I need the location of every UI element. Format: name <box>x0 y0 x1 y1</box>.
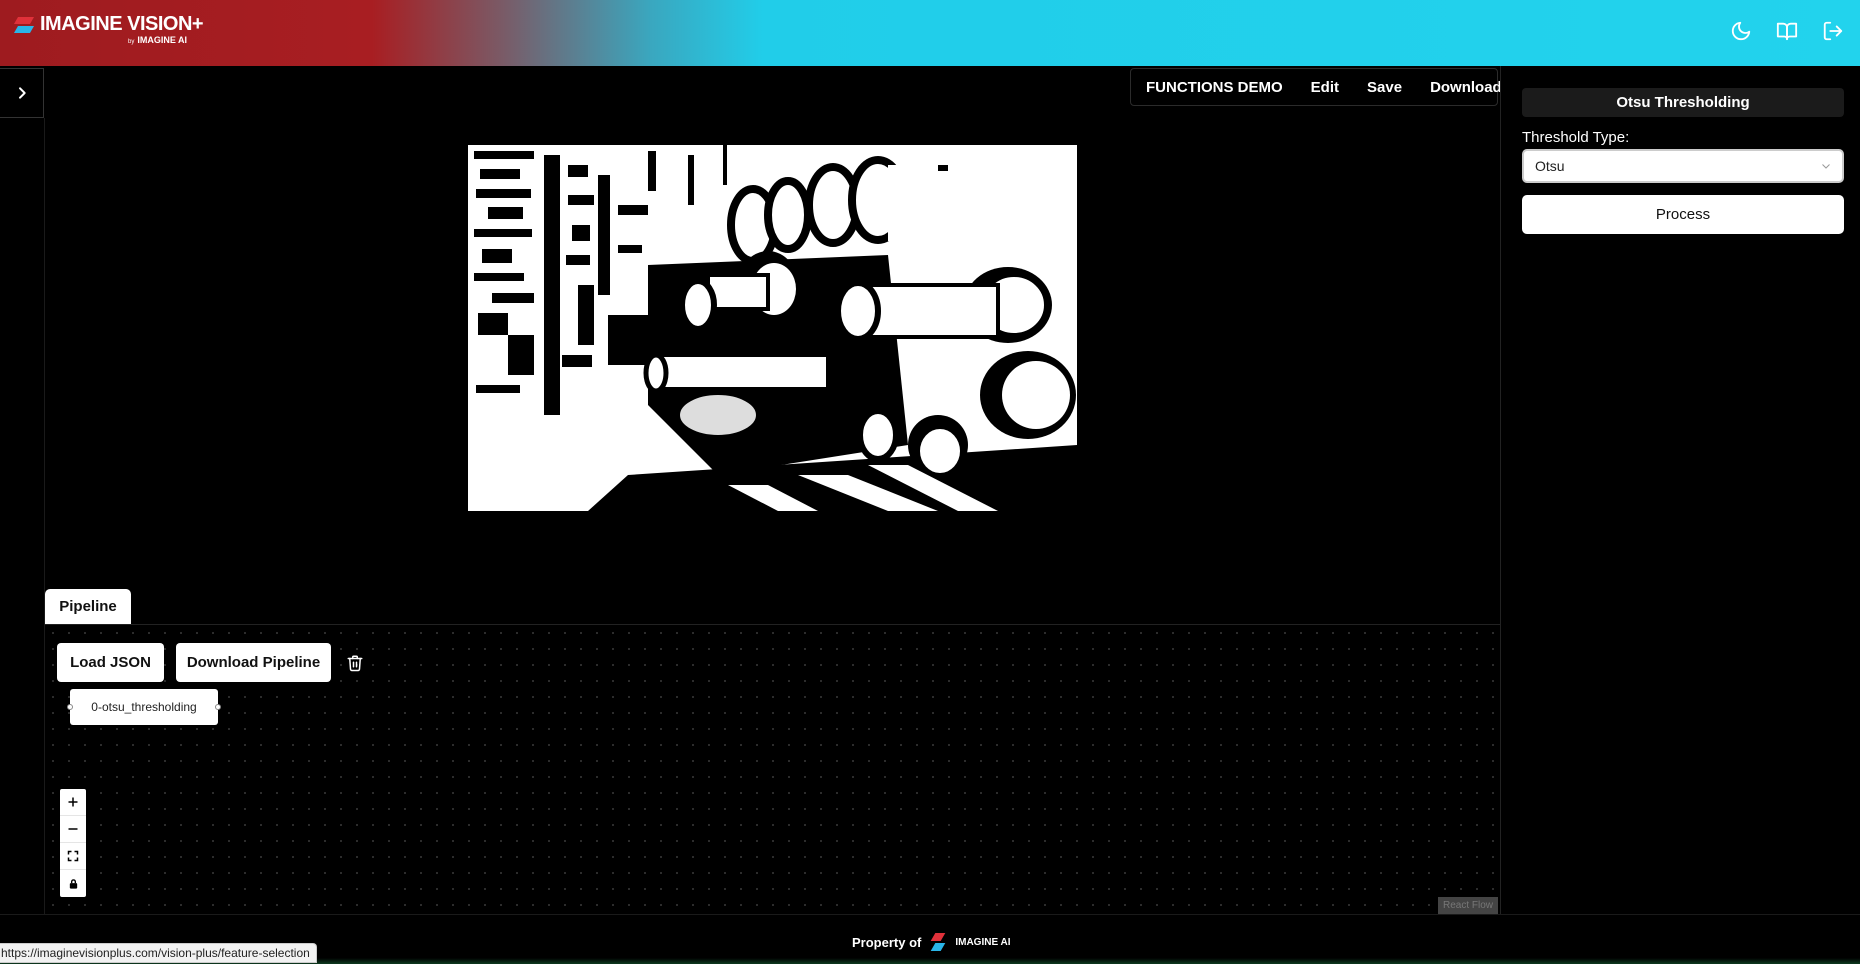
brand-logo-mark-icon <box>13 17 36 35</box>
footer-brand: IMAGINE AI <box>955 936 1011 948</box>
brand-subtitle: by IMAGINE AI <box>128 35 188 45</box>
app-header: IMAGINE VISION+ by IMAGINE AI <box>0 0 1860 66</box>
functions-demo-menu[interactable]: FUNCTIONS DEMO <box>1131 79 1297 96</box>
node-input-handle[interactable] <box>67 704 73 710</box>
processed-image <box>468 145 1077 511</box>
download-pipeline-button[interactable]: Download Pipeline <box>176 643 331 682</box>
threshold-type-value: Otsu <box>1535 158 1565 174</box>
lock-icon <box>69 878 77 889</box>
threshold-type-label: Threshold Type: <box>1522 129 1630 146</box>
footer-logo[interactable]: IMAGINE AI <box>929 931 1011 953</box>
top-toolbar: FUNCTIONS DEMO Edit Save Download <box>1130 68 1502 106</box>
save-menu[interactable]: Save <box>1353 79 1416 96</box>
react-flow-attribution[interactable]: React Flow <box>1437 897 1498 914</box>
trash-icon[interactable] <box>343 651 367 675</box>
logout-icon[interactable] <box>1820 18 1846 44</box>
load-json-button[interactable]: Load JSON <box>57 643 164 682</box>
minus-icon <box>68 828 78 830</box>
left-rail <box>0 118 45 914</box>
chevron-right-icon <box>18 87 26 99</box>
zoom-out-button[interactable] <box>60 816 86 843</box>
zoom-in-button[interactable] <box>60 789 86 816</box>
footer-logo-mark-icon <box>929 931 951 953</box>
pipeline-node[interactable]: 0-otsu_thresholding <box>67 689 221 725</box>
plus-icon <box>68 797 78 807</box>
sidebar-expand-button[interactable] <box>0 68 44 118</box>
chevron-down-icon <box>1822 164 1830 169</box>
process-button[interactable]: Process <box>1522 195 1844 234</box>
pipeline-node-label: 0-otsu_thresholding <box>91 700 197 714</box>
fit-view-icon <box>67 850 79 862</box>
node-output-handle[interactable] <box>215 704 221 710</box>
status-bar-url: https://imaginevisionplus.com/vision-plu… <box>0 943 317 963</box>
tab-pipeline[interactable]: Pipeline <box>45 589 131 624</box>
moon-icon[interactable] <box>1728 18 1754 44</box>
pipeline-canvas[interactable]: Load JSON Download Pipeline 0-otsu_thres… <box>45 624 1500 914</box>
footer-property-label: Property of <box>852 934 922 950</box>
book-icon[interactable] <box>1774 18 1800 44</box>
brand-logo[interactable]: IMAGINE VISION+ by IMAGINE AI <box>13 13 204 48</box>
brand-title: IMAGINE VISION+ <box>40 13 204 35</box>
edit-menu[interactable]: Edit <box>1297 79 1353 96</box>
flow-controls <box>60 789 86 897</box>
fit-view-button[interactable] <box>60 843 86 870</box>
panel-title: Otsu Thresholding <box>1522 88 1844 117</box>
threshold-type-select[interactable]: Otsu <box>1522 149 1844 183</box>
properties-panel: Otsu Thresholding Threshold Type: Otsu P… <box>1500 66 1860 914</box>
lock-button[interactable] <box>60 870 86 897</box>
